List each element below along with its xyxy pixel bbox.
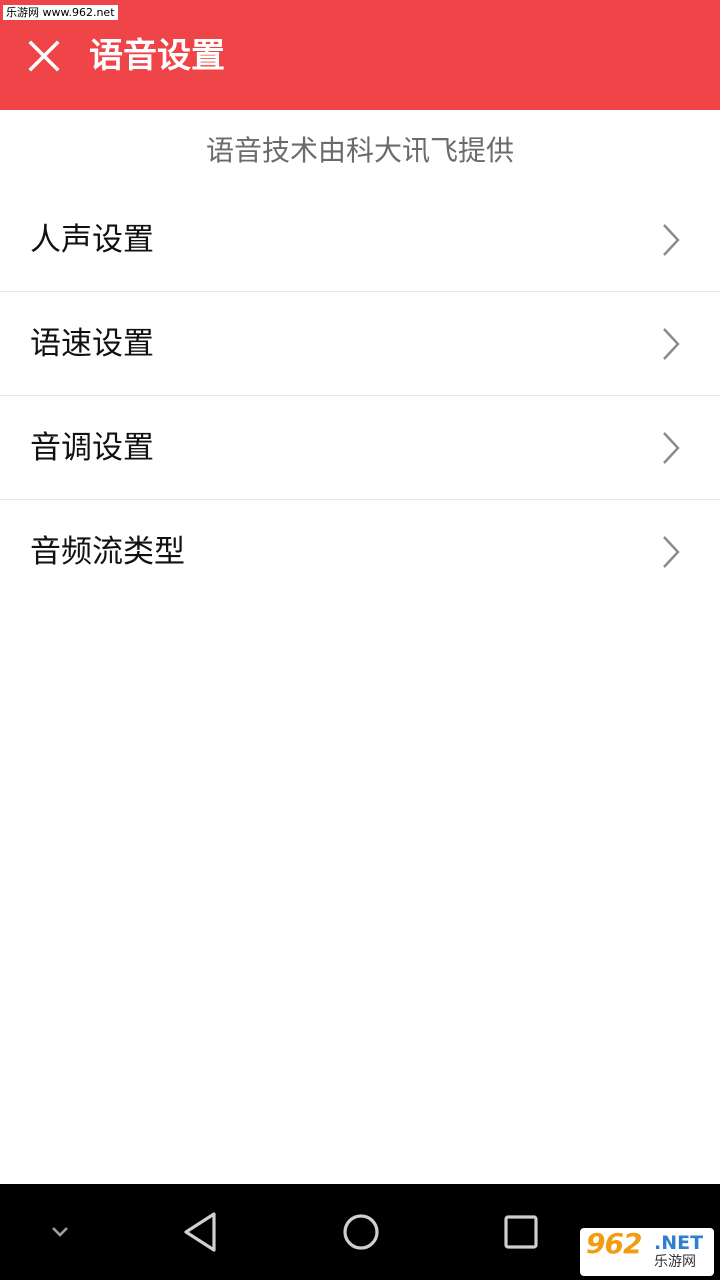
menu-item-label: 人声设置 [30,222,154,258]
logo-chinese-name: 乐游网 [654,1254,696,1270]
logo-number: 962 [586,1228,642,1260]
site-logo-watermark: 962 .NET 乐游网 [580,1228,714,1276]
chevron-right-icon [663,328,680,360]
screen: 语音设置 乐游网 www.962.net 语音技术由科大讯飞提供 人声设置 语速… [0,0,720,1280]
recents-button[interactable] [497,1208,545,1256]
hide-keyboard-button[interactable] [40,1212,80,1252]
close-icon [28,40,60,72]
recents-square-icon [504,1215,538,1249]
menu-item-label: 语速设置 [30,326,154,362]
provider-note: 语音技术由科大讯飞提供 [205,134,514,167]
menu-item-pitch[interactable]: 音调设置 [0,396,720,500]
chevron-right-icon [663,224,680,256]
logo-net: .NET [654,1232,704,1254]
home-button[interactable] [337,1208,385,1256]
back-button[interactable] [178,1208,226,1256]
menu-item-label: 音调设置 [30,430,154,466]
chevron-right-icon [663,432,680,464]
menu-item-label: 音频流类型 [30,534,185,570]
chevron-right-icon [663,536,680,568]
hide-keyboard-icon [52,1227,68,1237]
back-triangle-icon [184,1212,216,1252]
home-circle-icon [343,1214,379,1250]
watermark-label: 乐游网 www.962.net [3,5,118,20]
page-title: 语音设置 [89,36,225,76]
close-button[interactable] [14,26,74,86]
menu-item-stream-type[interactable]: 音频流类型 [0,500,720,603]
menu-item-voice[interactable]: 人声设置 [0,188,720,292]
menu-item-speed[interactable]: 语速设置 [0,292,720,396]
settings-menu: 人声设置 语速设置 音调设置 音频流类型 [0,188,720,603]
